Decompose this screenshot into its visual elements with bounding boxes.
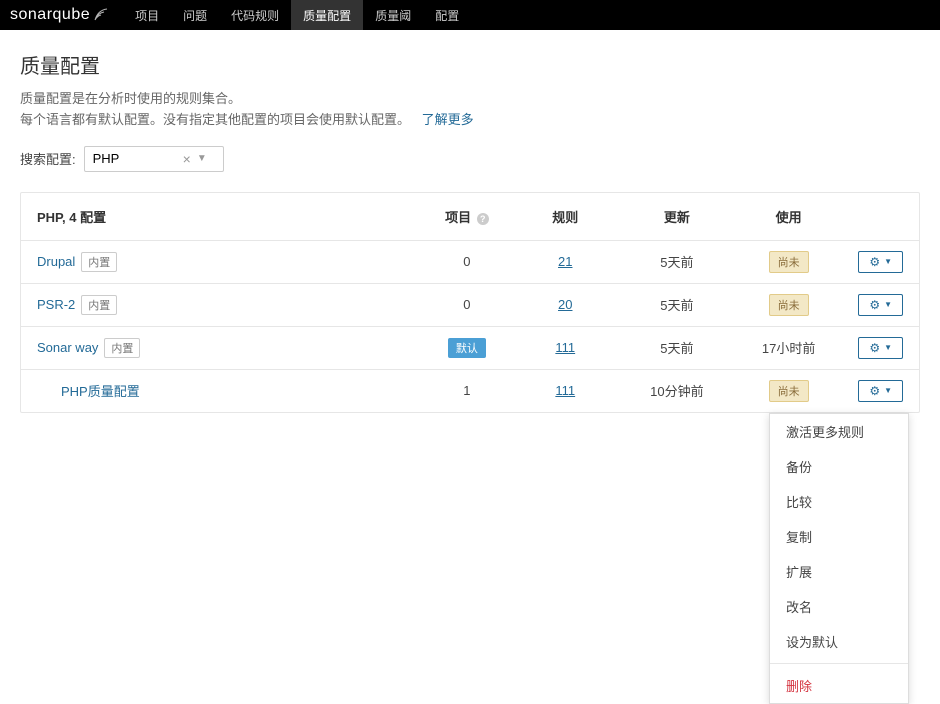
used-cell: 尚未 — [735, 283, 842, 326]
unused-badge: 尚未 — [769, 380, 809, 402]
col-header-used: 使用 — [735, 193, 842, 241]
nav-projects[interactable]: 项目 — [123, 0, 171, 30]
table-row: Sonar way 内置 默认 111 5天前17小时前 ⚙▼ — [21, 326, 919, 369]
search-row: 搜索配置: × ▼ — [20, 146, 920, 172]
col-header-updated: 更新 — [619, 193, 735, 241]
col-header-name: PHP, 4 配置 — [21, 193, 422, 241]
default-badge: 默认 — [448, 338, 486, 358]
nav-quality-gates[interactable]: 质量阈 — [363, 0, 423, 30]
chevron-down-icon: ▼ — [884, 386, 892, 395]
nav-issues[interactable]: 问题 — [171, 0, 219, 30]
updated-cell: 10分钟前 — [619, 369, 735, 412]
search-input[interactable] — [93, 151, 183, 166]
chevron-down-icon[interactable]: ▼ — [197, 153, 207, 164]
dropdown-divider — [770, 663, 908, 664]
profile-link[interactable]: Sonar way — [37, 340, 98, 355]
profile-link[interactable]: PSR-2 — [37, 297, 75, 312]
nav-admin[interactable]: 配置 — [423, 0, 471, 30]
dropdown-set-default[interactable]: 设为默认 — [770, 624, 908, 659]
nav-rules[interactable]: 代码规则 — [219, 0, 291, 30]
dropdown-activate-rules[interactable]: 激活更多规则 — [770, 414, 908, 449]
search-select[interactable]: × ▼ — [84, 146, 224, 172]
actions-dropdown: 激活更多规则 备份 比较 复制 扩展 改名 设为默认 删除 — [769, 413, 909, 704]
table-row: PSR-2 内置 0 20 5天前 尚未 ⚙▼ — [21, 283, 919, 326]
table-row: Drupal 内置 0 21 5天前 尚未 ⚙▼ — [21, 240, 919, 283]
dropdown-backup[interactable]: 备份 — [770, 449, 908, 484]
clear-icon[interactable]: × — [183, 151, 191, 167]
table-row: PHP质量配置111110分钟前尚未⚙▼ — [21, 369, 919, 412]
col-header-projects: 项目 ? — [422, 193, 512, 241]
projects-cell: 0 — [422, 240, 512, 283]
updated-cell: 5天前 — [619, 240, 735, 283]
used-cell: 尚未 — [735, 240, 842, 283]
actions-button[interactable]: ⚙▼ — [858, 294, 903, 316]
actions-button[interactable]: ⚙▼ — [858, 380, 903, 402]
used-cell: 尚未 — [735, 369, 842, 412]
rules-link[interactable]: 20 — [558, 297, 572, 312]
actions-button[interactable]: ⚙▼ — [858, 251, 903, 273]
updated-cell: 5天前 — [619, 283, 735, 326]
search-label: 搜索配置: — [20, 149, 76, 168]
builtin-badge: 内置 — [104, 338, 140, 358]
chevron-down-icon: ▼ — [884, 343, 892, 352]
builtin-badge: 内置 — [81, 252, 117, 272]
actions-button[interactable]: ⚙▼ — [858, 337, 903, 359]
rules-link[interactable]: 111 — [555, 340, 575, 355]
projects-cell: 默认 — [422, 326, 512, 369]
dropdown-extend[interactable]: 扩展 — [770, 554, 908, 589]
chevron-down-icon: ▼ — [884, 300, 892, 309]
used-cell: 17小时前 — [735, 326, 842, 369]
updated-cell: 5天前 — [619, 326, 735, 369]
builtin-badge: 内置 — [81, 295, 117, 315]
learn-more-link[interactable]: 了解更多 — [422, 112, 474, 127]
page-content: 质量配置 质量配置是在分析时使用的规则集合。 每个语言都有默认配置。没有指定其他… — [0, 30, 940, 433]
col-header-rules: 规则 — [512, 193, 619, 241]
page-title: 质量配置 — [20, 50, 920, 79]
chevron-down-icon: ▼ — [884, 257, 892, 266]
dropdown-rename[interactable]: 改名 — [770, 589, 908, 624]
projects-cell: 1 — [422, 369, 512, 412]
help-icon[interactable]: ? — [477, 213, 489, 225]
dropdown-compare[interactable]: 比较 — [770, 484, 908, 519]
page-description: 质量配置是在分析时使用的规则集合。 每个语言都有默认配置。没有指定其他配置的项目… — [20, 89, 920, 131]
top-navbar: sonarqube 项目 问题 代码规则 质量配置 质量阈 配置 — [0, 0, 940, 30]
profile-link[interactable]: Drupal — [37, 254, 75, 269]
dropdown-copy[interactable]: 复制 — [770, 519, 908, 554]
unused-badge: 尚未 — [769, 251, 809, 273]
projects-cell: 0 — [422, 283, 512, 326]
profile-link[interactable]: PHP质量配置 — [61, 384, 140, 399]
nav-quality-profiles[interactable]: 质量配置 — [291, 0, 363, 30]
rules-link[interactable]: 21 — [558, 254, 572, 269]
logo-waves-icon — [94, 8, 108, 22]
rules-link[interactable]: 111 — [555, 383, 575, 398]
logo[interactable]: sonarqube — [10, 6, 108, 24]
profiles-table: PHP, 4 配置 项目 ? 规则 更新 使用 Drupal内置0215天前尚未… — [21, 193, 919, 412]
unused-badge: 尚未 — [769, 294, 809, 316]
profiles-panel: PHP, 4 配置 项目 ? 规则 更新 使用 Drupal内置0215天前尚未… — [20, 192, 920, 413]
dropdown-delete[interactable]: 删除 — [770, 668, 908, 703]
